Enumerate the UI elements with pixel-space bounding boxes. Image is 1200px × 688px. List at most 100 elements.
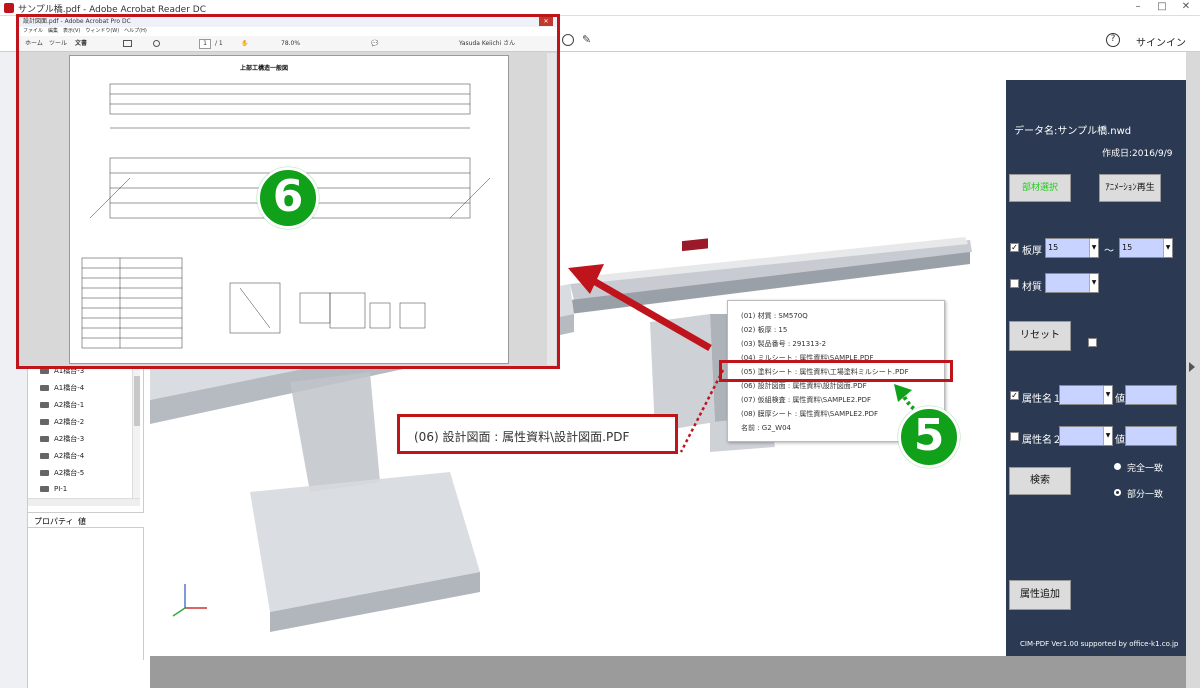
radio-exact-label: 完全一致 bbox=[1127, 464, 1164, 474]
radio-exact[interactable] bbox=[1114, 463, 1121, 470]
badge-6: 6 bbox=[257, 167, 319, 229]
comment-icon[interactable]: 💬 bbox=[371, 36, 378, 52]
status-area bbox=[150, 656, 1186, 688]
chevron-down-icon[interactable]: ▼ bbox=[1103, 427, 1112, 445]
attr2-label: 属性名２ bbox=[1022, 435, 1062, 446]
attr1-value-input[interactable] bbox=[1125, 385, 1177, 405]
tree-item[interactable]: PI-1 bbox=[40, 485, 67, 493]
tree-item[interactable]: A2橋台-2 bbox=[40, 417, 84, 427]
comment-icon[interactable] bbox=[562, 34, 574, 46]
attr1-checkbox[interactable]: ✓ bbox=[1010, 391, 1019, 400]
thickness-to-select[interactable]: 15 ▼ bbox=[1119, 238, 1173, 258]
maximize-button[interactable]: □ bbox=[1154, 1, 1170, 14]
folder-icon bbox=[40, 385, 49, 391]
search-button[interactable]: 検索 bbox=[1009, 467, 1071, 495]
inset-close-icon[interactable]: ✕ bbox=[539, 17, 553, 26]
value2-label: 値 bbox=[1115, 435, 1125, 446]
tree-hscrollbar[interactable] bbox=[28, 498, 140, 506]
animation-play-button[interactable]: ｱﾆﾒｰｼｮﾝ再生 bbox=[1099, 174, 1161, 202]
attr1-select[interactable]: ▼ bbox=[1059, 385, 1113, 405]
props-tab-property[interactable]: プロパティ bbox=[34, 516, 74, 527]
tree-item-label: PI-1 bbox=[54, 485, 68, 493]
help-icon[interactable]: ? bbox=[1106, 33, 1120, 47]
pen-icon[interactable]: ✎ bbox=[582, 33, 591, 46]
folder-icon bbox=[40, 402, 49, 408]
attr1-label: 属性名１ bbox=[1022, 394, 1062, 405]
attr-line: (02) 板厚 : 15 bbox=[741, 326, 788, 334]
reset-button[interactable]: リセット bbox=[1009, 321, 1071, 351]
tree-item[interactable]: A2橋台-5 bbox=[40, 468, 84, 478]
attr-line[interactable]: (07) 仮組検査 : 属性資料\SAMPLE2.PDF bbox=[741, 395, 871, 405]
axis-triad-icon bbox=[172, 584, 207, 617]
data-name-label: データ名:サンプル橋.nwd bbox=[1014, 126, 1132, 137]
search-icon[interactable] bbox=[153, 40, 160, 47]
cim-side-panel: データ名:サンプル橋.nwd 作成日:2016/9/9 部材選択 ｱﾆﾒｰｼｮﾝ… bbox=[1006, 80, 1186, 656]
radio-partial[interactable] bbox=[1114, 489, 1121, 496]
tilde-label: ～ bbox=[1104, 246, 1114, 257]
inset-title-bar: 設計図面.pdf - Adobe Acrobat Pro DC ✕ bbox=[19, 17, 557, 27]
tree-item[interactable]: A2橋台-4 bbox=[40, 451, 84, 461]
signin-link[interactable]: サインイン bbox=[1136, 34, 1186, 49]
material-checkbox[interactable] bbox=[1010, 279, 1019, 288]
user-name[interactable]: Yasuda Keiichi さん bbox=[459, 36, 515, 52]
tree-item-label: A1橋台-4 bbox=[54, 384, 85, 392]
attr-line[interactable]: (06) 設計図面 : 属性資料\設計図面.PDF bbox=[741, 381, 867, 391]
folder-icon bbox=[40, 470, 49, 476]
inset-vscrollbar[interactable] bbox=[547, 53, 556, 365]
attr2-value-input[interactable] bbox=[1125, 426, 1177, 446]
chevron-down-icon[interactable]: ▼ bbox=[1163, 239, 1172, 257]
highlight-box bbox=[719, 360, 953, 382]
print-icon[interactable] bbox=[123, 40, 132, 47]
attr-line: 名前 : G2_W04 bbox=[741, 424, 792, 432]
props-tab-value[interactable]: 値 bbox=[78, 516, 86, 527]
radio-partial-label: 部分一致 bbox=[1127, 490, 1164, 500]
callout-design-drawing: (06) 設計図面 : 属性資料\設計図面.PDF bbox=[397, 414, 678, 454]
close-button[interactable]: ✕ bbox=[1178, 1, 1194, 14]
tree-item[interactable]: A2橋台-3 bbox=[40, 434, 84, 444]
right-collapse-bar[interactable] bbox=[1186, 52, 1200, 688]
inset-menu[interactable]: ファイル 編集 表示(V) ウィンドウ(W) ヘルプ(H) bbox=[23, 28, 147, 34]
tree-item-label: A2橋台-5 bbox=[54, 469, 85, 477]
material-label: 材質 bbox=[1022, 282, 1042, 293]
chevron-down-icon[interactable]: ▼ bbox=[1089, 239, 1098, 257]
model-tree: A1橋台-3 A1橋台-4 A2橋台-1 A2橋台-2 A2橋台-3 A2橋台-… bbox=[28, 360, 144, 660]
collapse-arrow-icon[interactable] bbox=[1189, 362, 1195, 372]
tree-item[interactable]: A1橋台-4 bbox=[40, 383, 84, 393]
chevron-down-icon[interactable]: ▼ bbox=[1089, 274, 1098, 292]
attr-line: (03) 製品番号 : 291313-2 bbox=[741, 340, 827, 348]
callout-text: (06) 設計図面 : 属性資料\設計図面.PDF bbox=[414, 430, 630, 444]
minimize-button[interactable]: – bbox=[1130, 1, 1146, 14]
thickness-checkbox[interactable]: ✓ bbox=[1010, 243, 1019, 252]
folder-icon bbox=[40, 419, 49, 425]
attr2-select[interactable]: ▼ bbox=[1059, 426, 1113, 446]
tree-item-label: A2橋台-3 bbox=[54, 435, 85, 443]
app-window: サンプル橋.pdf - Adobe Acrobat Reader DC – □ … bbox=[0, 0, 1200, 688]
tree-item-label: A2橋台-1 bbox=[54, 401, 85, 409]
tree-scrollbar[interactable] bbox=[132, 364, 140, 504]
tab-tools[interactable]: ツール bbox=[49, 36, 67, 52]
hand-icon[interactable]: ✋ bbox=[241, 36, 248, 52]
attr-line[interactable]: (08) 膜厚シート : 属性資料\SAMPLE2.PDF bbox=[741, 409, 878, 419]
inset-menu-bar: ファイル 編集 表示(V) ウィンドウ(W) ヘルプ(H) bbox=[19, 27, 557, 36]
page-number-input[interactable]: 1 bbox=[199, 39, 211, 49]
add-attribute-button[interactable]: 属性追加 bbox=[1009, 580, 1071, 610]
member-select-button[interactable]: 部材選択 bbox=[1009, 174, 1071, 202]
folder-icon bbox=[40, 486, 49, 492]
app-icon bbox=[4, 3, 14, 13]
tab-document[interactable]: 文書 bbox=[75, 36, 87, 52]
design-drawing-window: 設計図面.pdf - Adobe Acrobat Pro DC ✕ ファイル 編… bbox=[16, 14, 560, 369]
tree-item[interactable]: A2橋台-1 bbox=[40, 400, 84, 410]
scroll-thumb[interactable] bbox=[134, 376, 140, 426]
footer-credit: CIM-PDF Ver1.00 supported by office-k1.c… bbox=[1020, 640, 1179, 648]
badge-5: 5 bbox=[898, 406, 960, 468]
option-checkbox[interactable] bbox=[1088, 338, 1097, 347]
material-select[interactable]: ▼ bbox=[1045, 273, 1099, 293]
thickness-from-select[interactable]: 15 ▼ bbox=[1045, 238, 1099, 258]
chevron-down-icon[interactable]: ▼ bbox=[1103, 386, 1112, 404]
zoom-level[interactable]: 78.0% bbox=[281, 36, 300, 52]
attr-line: (01) 材質 : SM570Q bbox=[741, 312, 808, 320]
inset-toolbar: ホーム ツール 文書 1 / 1 ✋ 78.0% 💬 Yasuda Keiich… bbox=[19, 36, 557, 52]
attr2-checkbox[interactable] bbox=[1010, 432, 1019, 441]
thickness-label: 板厚 bbox=[1022, 246, 1042, 257]
tab-home[interactable]: ホーム bbox=[25, 36, 43, 52]
